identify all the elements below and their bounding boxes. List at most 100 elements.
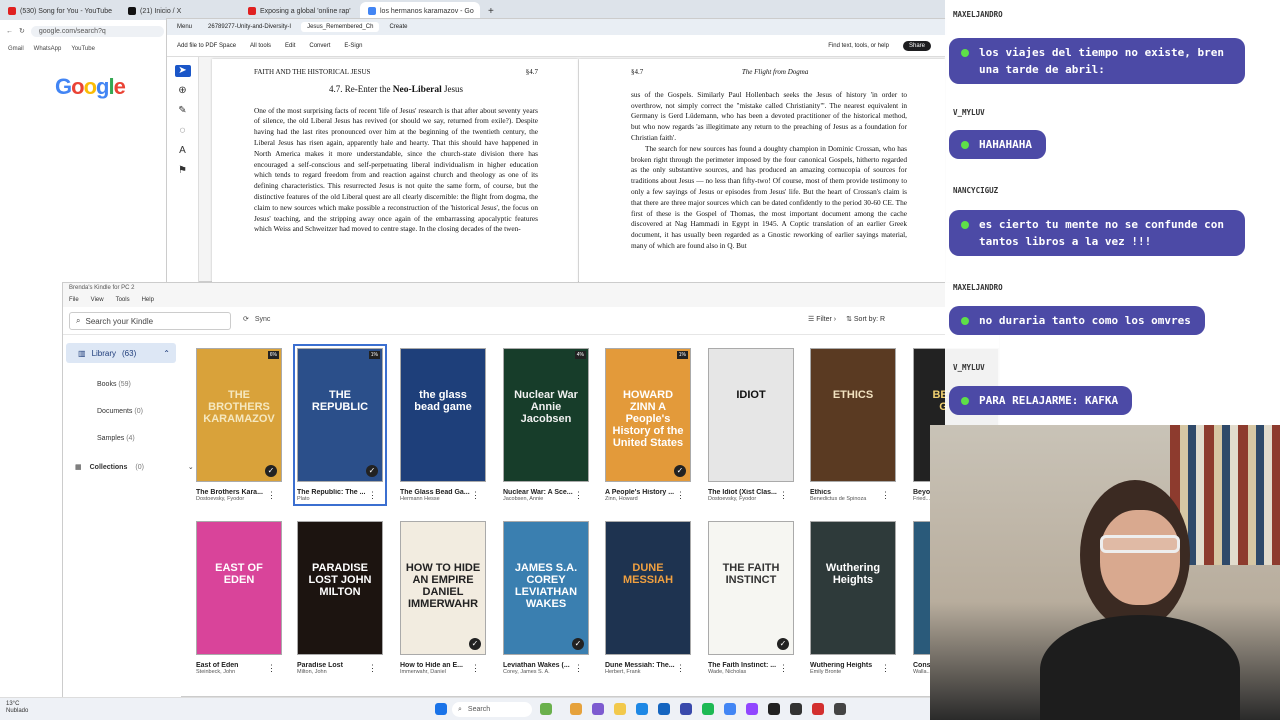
more-options-icon[interactable]: ⋮ (779, 490, 788, 501)
weather-widget[interactable]: 13°C Nublado (6, 701, 28, 715)
pdf-create[interactable]: Create (383, 22, 413, 32)
more-options-icon[interactable]: ⋮ (471, 663, 480, 674)
book-card[interactable]: the glass bead game The Glass Bead Ga... H… (400, 348, 486, 502)
book-card[interactable]: IDIOT The Idiot (Xist Clas... Dostoevsky, … (708, 348, 794, 502)
book-cover[interactable]: IDIOT (708, 348, 794, 482)
spotify-icon[interactable] (702, 703, 714, 715)
more-options-icon[interactable]: ⋮ (881, 663, 890, 674)
pdf-tab[interactable]: 26789277-Unity-and-Diversity-I (202, 22, 297, 32)
find-input[interactable]: Find text, tools, or help (828, 43, 889, 49)
book-card[interactable]: THE FAITH INSTINCT ✓ The Faith Instinct: .… (708, 521, 794, 675)
edit-button[interactable]: Edit (285, 43, 295, 49)
browser-tab[interactable]: (530) Song for You - YouTube (0, 2, 120, 20)
esign-button[interactable]: E-Sign (344, 43, 362, 49)
book-card[interactable]: HOW TO HIDE AN EMPIRE DANIEL IMMERWAHR ✓ H… (400, 521, 486, 675)
more-options-icon[interactable]: ⋮ (368, 490, 377, 501)
sidebar-item-samples[interactable]: Samples (4) (97, 435, 135, 442)
book-card[interactable]: EAST OF EDEN East of Eden Steinbeck, John ⋮ (196, 521, 282, 675)
book-cover[interactable]: DUNE MESSIAH (605, 521, 691, 655)
share-button[interactable]: Share (902, 40, 931, 51)
book-card[interactable]: THE REPUBLIC 1% ✓ The Republic: The ... Plat… (293, 344, 387, 506)
kindle-toolbar: ⌕ Search your Kindle ⟳ Sync ☰ Filter › ⇅ S… (63, 307, 1001, 335)
more-options-icon[interactable]: ⋮ (368, 663, 377, 674)
more-options-icon[interactable]: ⋮ (267, 663, 276, 674)
book-cover[interactable]: HOWARD ZINN A People's History of the Un… (605, 348, 691, 482)
back-icon[interactable]: ← (6, 28, 13, 35)
menu-view[interactable]: View (91, 297, 104, 305)
app-icon[interactable] (680, 703, 692, 715)
bookmark-whatsapp[interactable]: WhatsApp (34, 46, 62, 52)
sidebar-item-books[interactable]: Books (59) (97, 381, 131, 388)
sort-button[interactable]: ⇅ Sort by: R (846, 315, 885, 323)
sidebar-item-library[interactable]: ▥ Library (63) ⌃ (66, 343, 176, 363)
sidebar-item-collections[interactable]: ▦ Collections (0) ⌄ (75, 463, 194, 472)
more-options-icon[interactable]: ⋮ (676, 663, 685, 674)
book-cover[interactable]: THE REPUBLIC 1% ✓ (297, 348, 383, 482)
sync-button[interactable]: ⟳ Sync (243, 315, 270, 324)
text-icon[interactable]: A (175, 145, 191, 157)
lasso-icon[interactable]: ◌ (175, 125, 191, 137)
book-card[interactable]: PARADISE LOST JOHN MILTON Paradise Lost Mi… (297, 521, 383, 675)
pdf-page-right: §4.7 The Flight from Dogma sus of the Gos… (579, 59, 945, 283)
book-cover[interactable]: THE FAITH INSTINCT ✓ (708, 521, 794, 655)
book-card[interactable]: THE BROTHERS KARAMAZOV 6% ✓ The Brothers Ka… (196, 348, 282, 502)
app-icon[interactable] (570, 703, 582, 715)
bookmark-youtube[interactable]: YouTube (71, 46, 95, 52)
book-cover[interactable]: JAMES S.A. COREY LEVIATHAN WAKES ✓ (503, 521, 589, 655)
menu-tools[interactable]: Tools (116, 297, 130, 305)
more-options-icon[interactable]: ⋮ (574, 490, 583, 501)
obs-icon[interactable] (790, 703, 802, 715)
twitch-icon[interactable] (746, 703, 758, 715)
sidebar-item-documents[interactable]: Documents (0) (97, 408, 143, 415)
more-options-icon[interactable]: ⋮ (471, 490, 480, 501)
chrome-icon[interactable] (724, 703, 736, 715)
zoom-icon[interactable]: ⊕ (175, 85, 191, 97)
windows-start-icon[interactable] (435, 703, 447, 715)
book-cover[interactable]: Nuclear War Annie Jacobsen 4% (503, 348, 589, 482)
book-cover[interactable]: PARADISE LOST JOHN MILTON (297, 521, 383, 655)
more-options-icon[interactable]: ⋮ (881, 490, 890, 501)
address-input[interactable]: google.com/search?q (30, 25, 164, 37)
pdf-tab-active[interactable]: Jesus_Remembered_Ch (301, 22, 380, 32)
more-options-icon[interactable]: ⋮ (267, 490, 276, 501)
taskbar-search[interactable]: ⌕ Search (452, 702, 532, 717)
app-icon[interactable] (768, 703, 780, 715)
app-icon[interactable] (592, 703, 604, 715)
book-cover[interactable]: EAST OF EDEN (196, 521, 282, 655)
cover-title: DUNE MESSIAH (622, 562, 674, 586)
pen-icon[interactable]: ✎ (175, 105, 191, 117)
more-options-icon[interactable]: ⋮ (779, 663, 788, 674)
book-cover[interactable]: HOW TO HIDE AN EMPIRE DANIEL IMMERWAHR ✓ (400, 521, 486, 655)
app-icon[interactable] (540, 703, 552, 715)
acrobat-icon[interactable] (812, 703, 824, 715)
all-tools-button[interactable]: All tools (250, 43, 271, 49)
book-cover[interactable]: the glass bead game (400, 348, 486, 482)
book-card[interactable]: HOWARD ZINN A People's History of the Un… (605, 348, 691, 502)
kindle-icon[interactable] (834, 703, 846, 715)
book-card[interactable]: DUNE MESSIAH Dune Messiah: The... Herbert,… (605, 521, 691, 675)
kindle-search-input[interactable]: ⌕ Search your Kindle (69, 312, 231, 330)
menu-help[interactable]: Help (142, 297, 154, 305)
add-to-pdf-space-button[interactable]: Add file to PDF Space (177, 43, 236, 49)
book-card[interactable]: JAMES S.A. COREY LEVIATHAN WAKES ✓ Leviath… (503, 521, 589, 675)
edge-icon[interactable] (636, 703, 648, 715)
book-cover[interactable]: ETHICS (810, 348, 896, 482)
stamp-icon[interactable]: ⚑ (175, 165, 191, 177)
more-options-icon[interactable]: ⋮ (574, 663, 583, 674)
book-card[interactable]: Wuthering Heights Wuthering Heights Emily … (810, 521, 896, 675)
filter-button[interactable]: ☰ Filter › (808, 315, 836, 323)
book-cover[interactable]: Wuthering Heights (810, 521, 896, 655)
progress-badge: 1% (676, 351, 688, 359)
convert-button[interactable]: Convert (309, 43, 330, 49)
menu-file[interactable]: File (69, 297, 79, 305)
file-explorer-icon[interactable] (614, 703, 626, 715)
book-card[interactable]: ETHICS Ethics Benedictus de Spinoza ⋮ (810, 348, 896, 502)
book-card[interactable]: Nuclear War Annie Jacobsen 4% Nuclear War:… (503, 348, 589, 502)
more-options-icon[interactable]: ⋮ (676, 490, 685, 501)
pdf-menu[interactable]: Menu (171, 22, 198, 32)
bookmark-gmail[interactable]: Gmail (8, 46, 24, 52)
book-cover[interactable]: THE BROTHERS KARAMAZOV 6% ✓ (196, 348, 282, 482)
cursor-icon[interactable]: ➤ (174, 65, 191, 77)
app-icon[interactable] (658, 703, 670, 715)
reload-icon[interactable]: ↻ (19, 27, 25, 35)
